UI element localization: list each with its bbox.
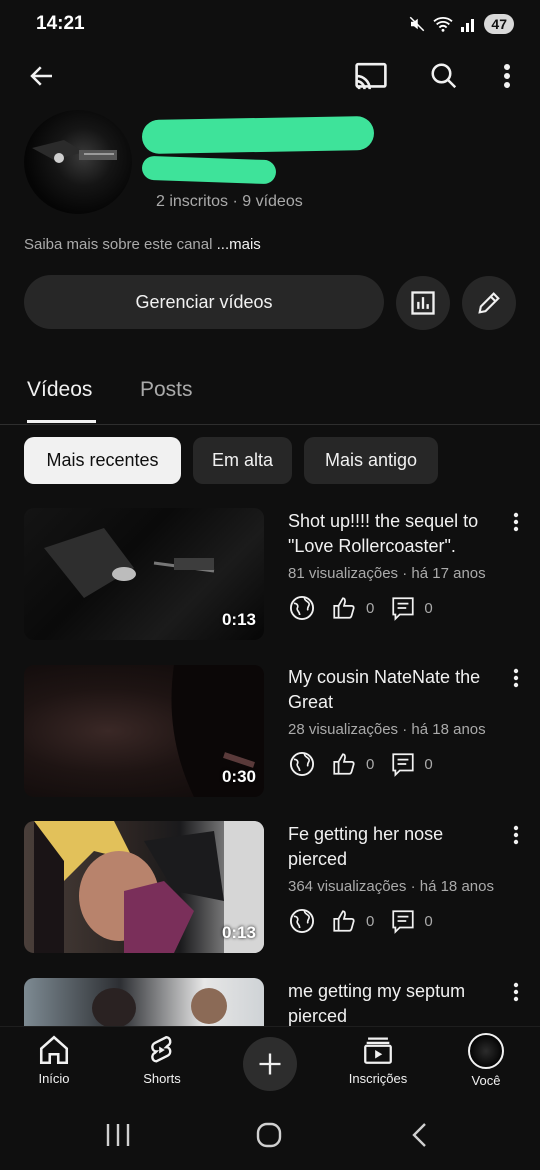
video-thumbnail[interactable]: 0:30 (24, 665, 264, 797)
comment-icon (392, 597, 414, 621)
thumb-up-icon (333, 910, 355, 932)
more-vertical-icon (513, 512, 519, 532)
search-icon (431, 63, 457, 89)
video-options-button[interactable] (504, 666, 528, 690)
thumb-up-icon (333, 753, 355, 775)
video-duration: 0:30 (221, 767, 256, 786)
edit-channel-button[interactable] (462, 276, 516, 330)
recent-apps-icon (106, 1124, 130, 1146)
video-stats-row: 0 0 (288, 750, 433, 778)
home-system-button[interactable] (256, 1122, 282, 1153)
video-meta: 28 visualizações · há 18 anos (288, 721, 486, 738)
thumb-up-icon (333, 597, 355, 619)
nav-you-label: Você (471, 1073, 501, 1088)
pencil-icon (478, 292, 500, 314)
channel-avatar[interactable] (24, 110, 132, 214)
about-more-link[interactable]: ...mais (217, 236, 261, 253)
mute-icon (410, 16, 425, 32)
about-channel-link[interactable]: Saiba mais sobre este canal ...mais (24, 236, 261, 253)
chevron-left-icon (412, 1123, 426, 1147)
video-title[interactable]: Shot up!!!! the sequel to "Love Rollerco… (288, 509, 498, 559)
shorts-icon (151, 1036, 172, 1063)
signal-icon (461, 19, 475, 32)
comment-count: 0 (424, 599, 433, 617)
video-meta: 81 visualizações · há 17 anos (288, 565, 486, 582)
video-thumbnail[interactable] (24, 978, 264, 1026)
nav-you[interactable]: Você (441, 1033, 531, 1088)
tab-posts[interactable]: Posts (140, 378, 193, 402)
comment-icon (392, 910, 414, 934)
video-options-button[interactable] (504, 980, 528, 1004)
nav-subscriptions[interactable]: Inscrições (333, 1033, 423, 1086)
home-circle-icon (256, 1122, 282, 1148)
like-count: 0 (366, 912, 375, 930)
like-count: 0 (366, 755, 375, 773)
active-tab-indicator (27, 420, 96, 423)
analytics-icon (411, 291, 435, 315)
analytics-button[interactable] (396, 276, 450, 330)
nav-home-label: Início (38, 1071, 70, 1086)
comment-count: 0 (424, 755, 433, 773)
battery-level: 47 (484, 14, 514, 34)
status-bar: 14:21 47 (0, 0, 540, 50)
redaction-mark (141, 155, 277, 185)
nav-subscriptions-label: Inscrições (348, 1071, 408, 1086)
video-stats-row: 0 0 (288, 907, 433, 935)
system-back-button[interactable] (408, 1122, 432, 1153)
video-options-button[interactable] (504, 823, 528, 847)
channel-stats: 2 inscritos · 9 vídeos (156, 193, 303, 210)
cast-button[interactable] (352, 58, 390, 94)
cast-icon (355, 62, 387, 90)
chip-most-recent[interactable]: Mais recentes (24, 437, 181, 484)
tab-videos[interactable]: Vídeos (27, 378, 92, 402)
system-navigation-bar (0, 1102, 540, 1170)
video-duration: 0:13 (221, 923, 256, 942)
video-thumbnail[interactable]: 0:13 (24, 821, 264, 953)
search-button[interactable] (426, 58, 462, 94)
video-meta: 364 visualizações · há 18 anos (288, 878, 494, 895)
status-icons: 47 (408, 14, 514, 34)
more-vertical-icon (513, 668, 519, 688)
globe-icon (289, 595, 315, 621)
status-time: 14:21 (36, 13, 85, 34)
top-bar (0, 52, 540, 102)
comment-count: 0 (424, 912, 433, 930)
video-thumbnail[interactable]: 0:13 (24, 508, 264, 640)
more-options-button[interactable] (494, 58, 520, 94)
video-title[interactable]: Fe getting her nose pierced (288, 822, 498, 872)
plus-icon (259, 1053, 281, 1075)
back-button[interactable] (24, 58, 60, 94)
video-options-button[interactable] (504, 510, 528, 534)
nav-shorts[interactable]: Shorts (117, 1033, 207, 1086)
wifi-icon (433, 17, 454, 32)
avatar-icon (468, 1033, 504, 1069)
bottom-navigation: Início Shorts Inscrições Você (0, 1026, 540, 1103)
video-title[interactable]: me getting my septum pierced (288, 979, 498, 1029)
manage-videos-button[interactable]: Gerenciar vídeos (24, 275, 384, 329)
redaction-mark (141, 115, 375, 155)
more-vertical-icon (513, 825, 519, 845)
globe-icon (289, 908, 315, 934)
more-vertical-icon (504, 64, 510, 88)
nav-shorts-label: Shorts (143, 1071, 181, 1086)
globe-icon (289, 751, 315, 777)
thumbnail-image (92, 988, 227, 1026)
chip-popular[interactable]: Em alta (193, 437, 292, 484)
subscriptions-icon (364, 1037, 392, 1064)
comment-icon (392, 753, 414, 777)
more-vertical-icon (513, 982, 519, 1002)
video-stats-row: 0 0 (288, 594, 433, 622)
nav-home[interactable]: Início (9, 1033, 99, 1086)
create-button[interactable] (243, 1037, 297, 1091)
arrow-left-icon (30, 66, 52, 86)
about-text: Saiba mais sobre este canal (24, 236, 217, 253)
chip-oldest[interactable]: Mais antigo (304, 437, 438, 484)
home-icon (39, 1035, 69, 1065)
recent-apps-button[interactable] (104, 1122, 132, 1153)
tabs-divider (0, 424, 540, 425)
video-duration: 0:13 (221, 610, 256, 629)
like-count: 0 (366, 599, 375, 617)
avatar-image (32, 140, 117, 163)
video-title[interactable]: My cousin NateNate the Great (288, 665, 498, 715)
